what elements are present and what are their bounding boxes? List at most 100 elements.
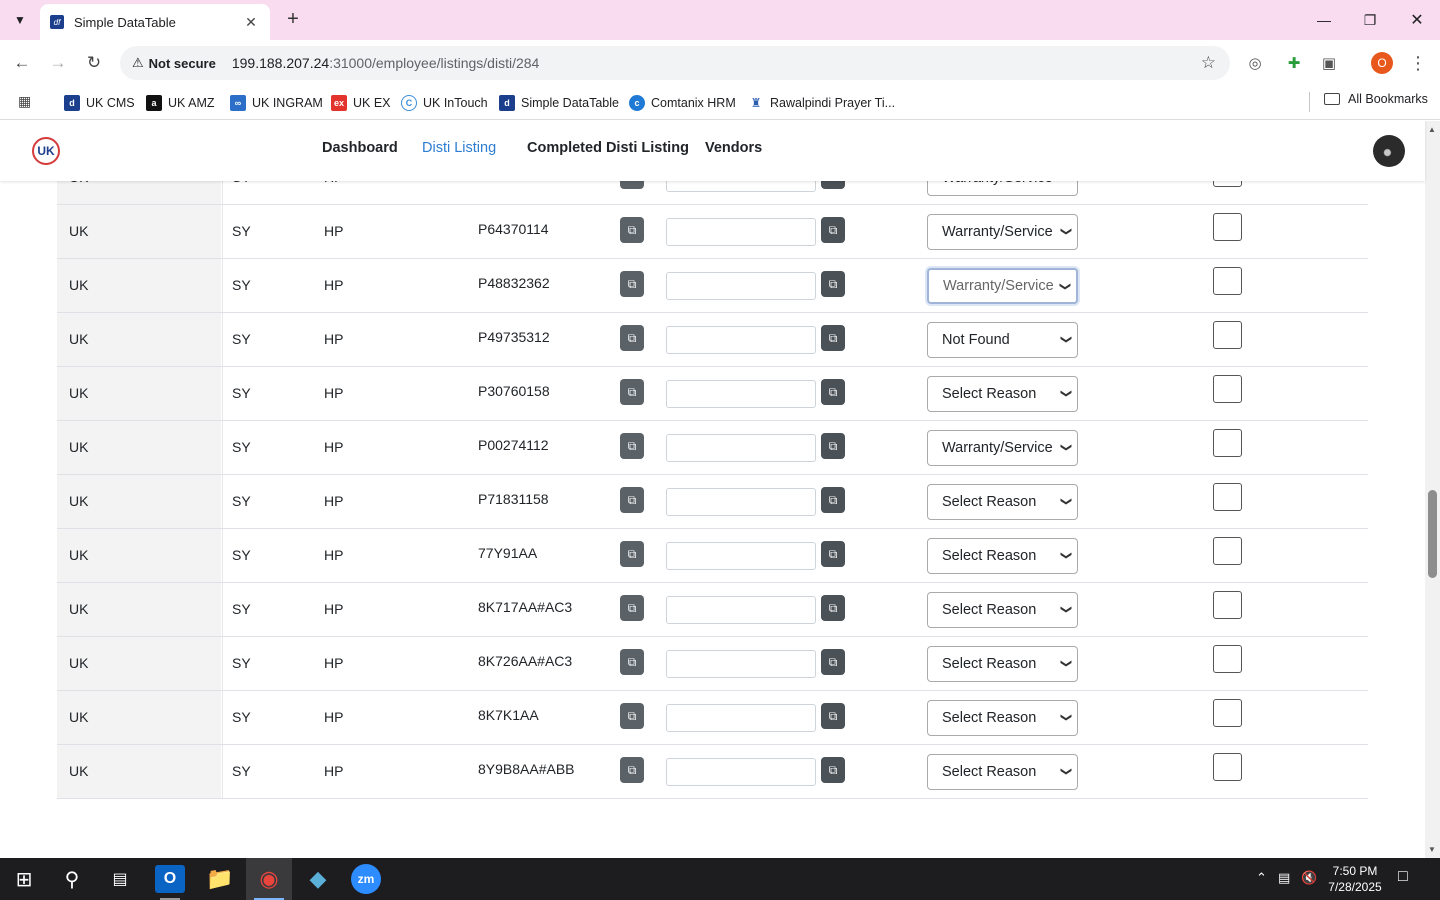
zoom-icon[interactable]: zm [351, 864, 381, 894]
scroll-thumb[interactable] [1428, 490, 1437, 578]
value-input[interactable] [666, 326, 816, 354]
tab-search-icon[interactable]: ▼ [8, 8, 32, 32]
value-input[interactable] [666, 434, 816, 462]
row-checkbox[interactable] [1213, 321, 1242, 349]
address-bar[interactable]: ⚠ Not secure 199.188.207.24:31000/employ… [120, 46, 1230, 80]
file-explorer-icon[interactable]: 📁 [204, 863, 236, 895]
uk-logo[interactable]: UK [32, 137, 60, 165]
value-input[interactable] [666, 488, 816, 516]
row-checkbox[interactable] [1213, 375, 1242, 403]
volume-muted-icon[interactable]: 🔇 [1301, 870, 1317, 886]
all-bookmarks-button[interactable]: All Bookmarks [1324, 92, 1428, 106]
paste-button[interactable]: ⧉ [821, 595, 845, 621]
close-tab-icon[interactable]: ✕ [242, 14, 260, 31]
row-checkbox[interactable] [1213, 483, 1242, 511]
row-checkbox[interactable] [1213, 429, 1242, 457]
copy-sku-button[interactable]: ⧉ [620, 271, 644, 297]
task-view-icon[interactable]: ▤ [104, 863, 136, 895]
copy-sku-button[interactable]: ⧉ [620, 649, 644, 675]
nav-disti-listing[interactable]: Disti Listing [422, 140, 496, 156]
bookmark-uk-ex[interactable]: ex UK EX [331, 92, 391, 114]
reason-select[interactable]: Select Reason ❯ [927, 376, 1078, 412]
paste-button[interactable]: ⧉ [821, 379, 845, 405]
security-indicator[interactable]: ⚠ Not secure [124, 50, 224, 76]
value-input[interactable] [666, 704, 816, 732]
bookmark-comtanix-hrm[interactable]: c Comtanix HRM [629, 92, 736, 114]
paste-button[interactable]: ⧉ [821, 217, 845, 243]
close-window-icon[interactable]: ✕ [1394, 6, 1440, 34]
reason-select[interactable]: Warranty/Service ❯ [927, 430, 1078, 466]
forward-icon[interactable]: → [45, 50, 71, 76]
copy-sku-button[interactable]: ⧉ [620, 541, 644, 567]
reload-icon[interactable]: ↻ [81, 50, 107, 76]
extension-plus-icon[interactable]: ✚ [1283, 52, 1305, 74]
paste-button[interactable]: ⧉ [821, 703, 845, 729]
new-tab-icon[interactable]: + [282, 8, 304, 32]
copy-sku-button[interactable]: ⧉ [620, 433, 644, 459]
network-icon[interactable]: ▤ [1278, 870, 1290, 886]
scroll-up-icon[interactable]: ▲ [1428, 125, 1436, 134]
reason-select[interactable]: Warranty/Service ❯ [927, 268, 1078, 304]
value-input[interactable] [666, 272, 816, 300]
taskbar-clock[interactable]: 7:50 PM 7/28/2025 [1322, 863, 1388, 895]
value-input[interactable] [666, 596, 816, 624]
reason-select[interactable]: Select Reason ❯ [927, 484, 1078, 520]
value-input[interactable] [666, 758, 816, 786]
reason-select[interactable]: Select Reason ❯ [927, 700, 1078, 736]
restore-icon[interactable]: ❐ [1347, 6, 1393, 34]
url-text[interactable]: 199.188.207.24:31000/employee/listings/d… [232, 55, 1201, 71]
paste-button[interactable]: ⧉ [821, 757, 845, 783]
paste-button[interactable]: ⧉ [821, 487, 845, 513]
row-checkbox[interactable] [1213, 753, 1242, 781]
extensions-puzzle-icon[interactable]: ▣ [1318, 52, 1340, 74]
nav-completed-disti-listing[interactable]: Completed Disti Listing [527, 140, 689, 156]
copy-sku-button[interactable]: ⧉ [620, 757, 644, 783]
bookmark-uk-amz[interactable]: a UK AMZ [146, 92, 215, 114]
apps-grid-icon[interactable]: ▦ [18, 93, 31, 110]
reason-select[interactable]: Select Reason ❯ [927, 592, 1078, 628]
chrome-icon[interactable]: ◉ [253, 863, 285, 895]
paste-button[interactable]: ⧉ [821, 325, 845, 351]
copy-sku-button[interactable]: ⧉ [620, 217, 644, 243]
row-checkbox[interactable] [1213, 645, 1242, 673]
app-diamond-icon[interactable]: ◆ [302, 863, 334, 895]
outlook-icon[interactable]: O [155, 865, 185, 893]
paste-button[interactable]: ⧉ [821, 649, 845, 675]
reason-select[interactable]: Select Reason ❯ [927, 646, 1078, 682]
paste-button[interactable]: ⧉ [821, 271, 845, 297]
search-icon[interactable]: ⚲ [56, 863, 88, 895]
copy-sku-button[interactable]: ⧉ [620, 325, 644, 351]
bookmark-uk-ingram[interactable]: ∞ UK INGRAM [230, 92, 323, 114]
reason-select[interactable]: Select Reason ❯ [927, 538, 1078, 574]
profile-avatar[interactable]: O [1371, 52, 1393, 74]
page-scrollbar[interactable]: ▲ ▼ [1425, 121, 1440, 858]
reason-select[interactable]: Select Reason ❯ [927, 754, 1078, 790]
copy-sku-button[interactable]: ⧉ [620, 487, 644, 513]
value-input[interactable] [666, 218, 816, 246]
reason-select[interactable]: Warranty/Service ❯ [927, 214, 1078, 250]
bookmark-uk-intouch[interactable]: C UK InTouch [401, 92, 488, 114]
value-input[interactable] [666, 380, 816, 408]
nav-vendors[interactable]: Vendors [705, 140, 762, 156]
row-checkbox[interactable] [1213, 537, 1242, 565]
value-input[interactable] [666, 542, 816, 570]
bookmark-star-icon[interactable]: ☆ [1201, 53, 1216, 73]
nav-dashboard[interactable]: Dashboard [322, 140, 398, 156]
row-checkbox[interactable] [1213, 267, 1242, 295]
copy-sku-button[interactable]: ⧉ [620, 703, 644, 729]
bookmark-uk-cms[interactable]: d UK CMS [64, 92, 135, 114]
bookmark-simple-datatable[interactable]: d Simple DataTable [499, 92, 619, 114]
tray-chevron-icon[interactable]: ⌃ [1256, 870, 1267, 886]
bookmark-prayer-times[interactable]: ♜ Rawalpindi Prayer Ti... [748, 92, 895, 114]
notifications-icon[interactable]: □ [1398, 868, 1408, 886]
browser-tab[interactable]: df Simple DataTable ✕ [40, 4, 270, 40]
back-icon[interactable]: ← [9, 50, 35, 76]
row-checkbox[interactable] [1213, 699, 1242, 727]
minimize-icon[interactable]: — [1301, 6, 1347, 34]
reason-select[interactable]: Not Found ❯ [927, 322, 1078, 358]
scroll-down-icon[interactable]: ▼ [1428, 845, 1436, 854]
browser-menu-icon[interactable]: ⋮ [1407, 52, 1429, 74]
paste-button[interactable]: ⧉ [821, 541, 845, 567]
copy-sku-button[interactable]: ⧉ [620, 595, 644, 621]
row-checkbox[interactable] [1213, 213, 1242, 241]
